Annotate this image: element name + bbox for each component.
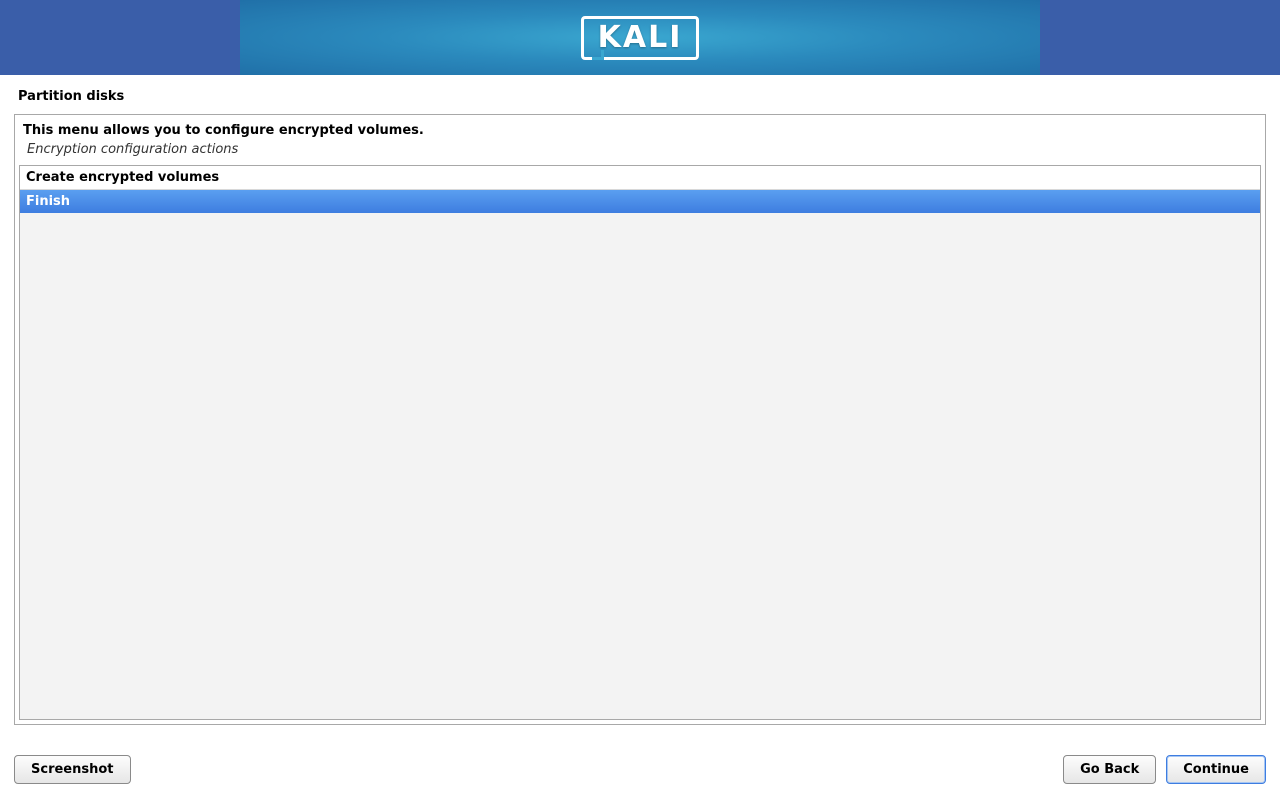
go-back-button[interactable]: Go Back bbox=[1063, 755, 1156, 784]
continue-button[interactable]: Continue bbox=[1166, 755, 1266, 784]
encryption-actions-listbox[interactable]: Create encrypted volumes Finish bbox=[19, 165, 1261, 720]
listbox-empty-area bbox=[20, 213, 1260, 719]
panel-intro-text: This menu allows you to configure encryp… bbox=[15, 115, 1265, 142]
page-title: Partition disks bbox=[0, 75, 1280, 114]
brand-text: KALI bbox=[598, 20, 683, 55]
list-item-create-encrypted-volumes[interactable]: Create encrypted volumes bbox=[20, 166, 1260, 190]
screenshot-button[interactable]: Screenshot bbox=[14, 755, 131, 784]
list-item-finish[interactable]: Finish bbox=[20, 190, 1260, 213]
kali-logo-icon: KALI bbox=[581, 16, 700, 60]
list-item-label: Finish bbox=[26, 194, 70, 209]
action-bar: Screenshot Go Back Continue bbox=[0, 745, 1280, 800]
header-banner-center: KALI bbox=[240, 0, 1040, 75]
header-banner: KALI bbox=[0, 0, 1280, 75]
list-item-label: Create encrypted volumes bbox=[26, 170, 219, 185]
panel-subheading: Encryption configuration actions bbox=[15, 142, 1265, 165]
main-panel: This menu allows you to configure encryp… bbox=[14, 114, 1266, 725]
